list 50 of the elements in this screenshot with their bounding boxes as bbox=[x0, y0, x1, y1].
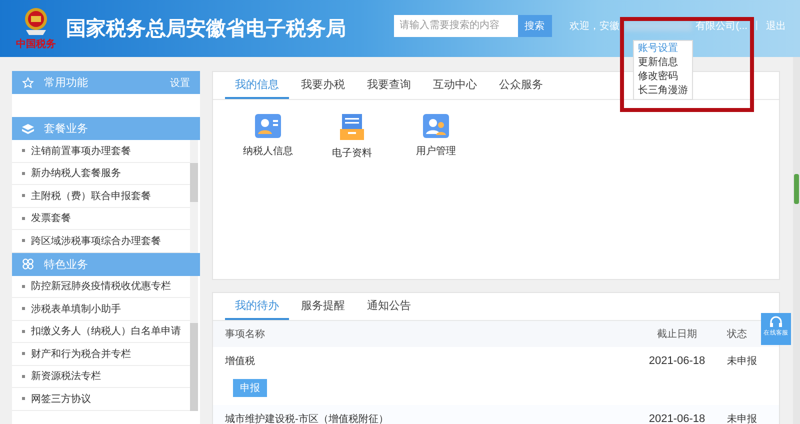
table-cell-text: 增值税 bbox=[225, 354, 256, 368]
menu-item[interactable]: 修改密码 bbox=[634, 70, 692, 84]
scrollbar[interactable] bbox=[190, 140, 198, 252]
tab[interactable]: 互动中心 bbox=[423, 72, 487, 99]
column-header: 事项名称 bbox=[225, 328, 266, 341]
column-header: 截止日期 bbox=[656, 328, 698, 341]
site-title: 国家税务总局安徽省电子税务局 bbox=[66, 16, 346, 42]
emblem-icon bbox=[22, 6, 50, 36]
sidebar-item[interactable]: 涉税表单填制小助手 bbox=[12, 298, 190, 320]
shortcut-label[interactable]: 电子资料 bbox=[332, 146, 372, 160]
tab[interactable]: 我要查询 bbox=[357, 72, 421, 99]
table-cell-text: 未申报 bbox=[727, 354, 758, 368]
sidebar-item[interactable]: 防控新冠肺炎疫情税收优惠专栏 bbox=[12, 276, 190, 298]
tab[interactable]: 通知公告 bbox=[357, 293, 421, 320]
menu-item[interactable]: 账号设置 bbox=[634, 42, 692, 56]
table-cell-text: 2021-06-18 bbox=[648, 355, 706, 367]
section-title: 特色业务 bbox=[44, 258, 89, 272]
table-cell-text: 未申报 bbox=[727, 412, 758, 424]
section-title: 套餐业务 bbox=[44, 122, 89, 136]
menu-item[interactable]: 更新信息 bbox=[634, 56, 692, 70]
logo-text: 中国税务 bbox=[16, 38, 56, 51]
welcome-text: 欢迎，安徽 bbox=[570, 20, 620, 32]
file-tray-icon bbox=[340, 114, 364, 140]
clover-icon bbox=[22, 258, 34, 270]
sidebar-item[interactable]: 新资源税法专栏 bbox=[12, 366, 190, 388]
separator: | bbox=[755, 20, 758, 31]
scrollbar[interactable] bbox=[793, 57, 800, 424]
id-card-icon bbox=[255, 114, 281, 138]
sidebar-item[interactable]: 网签三方协议 bbox=[12, 388, 190, 410]
search-field[interactable]: 请输入需要搜索的内容 bbox=[394, 14, 518, 36]
tab[interactable]: 我要办税 bbox=[291, 72, 355, 99]
table-cell-text: 2021-06-18 bbox=[648, 413, 706, 424]
tab[interactable]: 公众服务 bbox=[489, 72, 553, 99]
sidebar-item[interactable]: 注销前置事项办理套餐 bbox=[12, 140, 190, 162]
menu-item[interactable]: 长三角漫游 bbox=[634, 84, 692, 98]
layers-icon bbox=[22, 124, 34, 134]
users-icon bbox=[423, 114, 449, 138]
scrollbar[interactable] bbox=[190, 276, 198, 410]
headset-icon bbox=[769, 315, 783, 329]
sidebar-item[interactable]: 扣缴义务人（纳税人）白名单申请 bbox=[12, 320, 190, 343]
shortcut-label[interactable]: 纳税人信息 bbox=[243, 144, 293, 158]
sidebar-item[interactable]: 新办纳税人套餐服务 bbox=[12, 162, 190, 185]
table-cell-text: 城市维护建设税-市区（增值税附征） bbox=[225, 412, 390, 424]
section-title: 常用功能 bbox=[44, 76, 89, 90]
sidebar-item[interactable]: 发票套餐 bbox=[12, 208, 190, 230]
sidebar-item[interactable]: 主附税（费）联合申报套餐 bbox=[12, 185, 190, 208]
sidebar-item[interactable]: 财产和行为税合并专栏 bbox=[12, 343, 190, 366]
star-icon bbox=[22, 76, 34, 88]
tab[interactable]: 服务提醒 bbox=[291, 293, 355, 320]
shortcut-label[interactable]: 用户管理 bbox=[416, 144, 456, 158]
